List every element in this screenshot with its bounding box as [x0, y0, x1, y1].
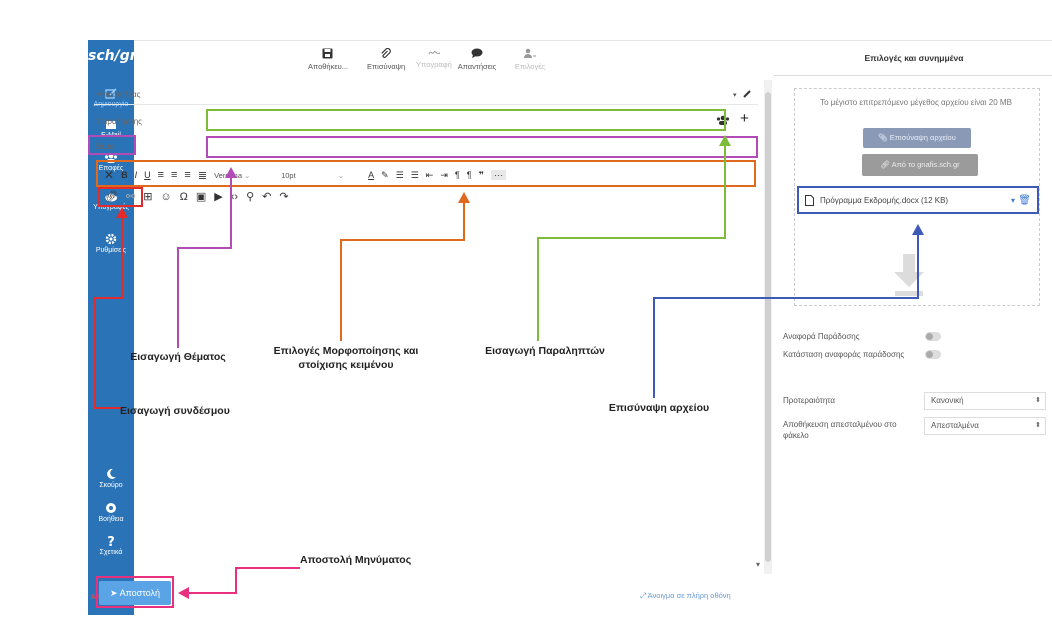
link-arrow-line [94, 215, 123, 409]
annotation-link: Εισαγωγή συνδέσμου [120, 405, 230, 417]
annotation-arrows [94, 135, 924, 599]
annotation-subject: Εισαγωγή Θέματος [130, 351, 226, 363]
format-arrow-line [340, 200, 465, 341]
attach-arrow-line [653, 232, 919, 398]
annotation-send: Αποστολή Μηνύματος [300, 554, 412, 566]
subject-arrow-line [177, 175, 232, 348]
send-arrow-head [178, 587, 189, 599]
recipients-arrow-line [537, 143, 726, 341]
format-arrow-head [458, 192, 470, 203]
recipients-arrow-head [719, 135, 731, 146]
send-arrow-line [186, 567, 300, 594]
annotation-recipients: Εισαγωγή Παραληπτών [485, 345, 605, 357]
attach-arrow-head [912, 224, 924, 235]
annotation-attach: Επισύναψη αρχείου [608, 402, 710, 414]
link-arrow-head [116, 207, 128, 218]
annotation-formatting: Επιλογές Μορφοποίησης και στοίχισης κειμ… [273, 345, 419, 371]
subject-arrow-head [225, 167, 237, 178]
